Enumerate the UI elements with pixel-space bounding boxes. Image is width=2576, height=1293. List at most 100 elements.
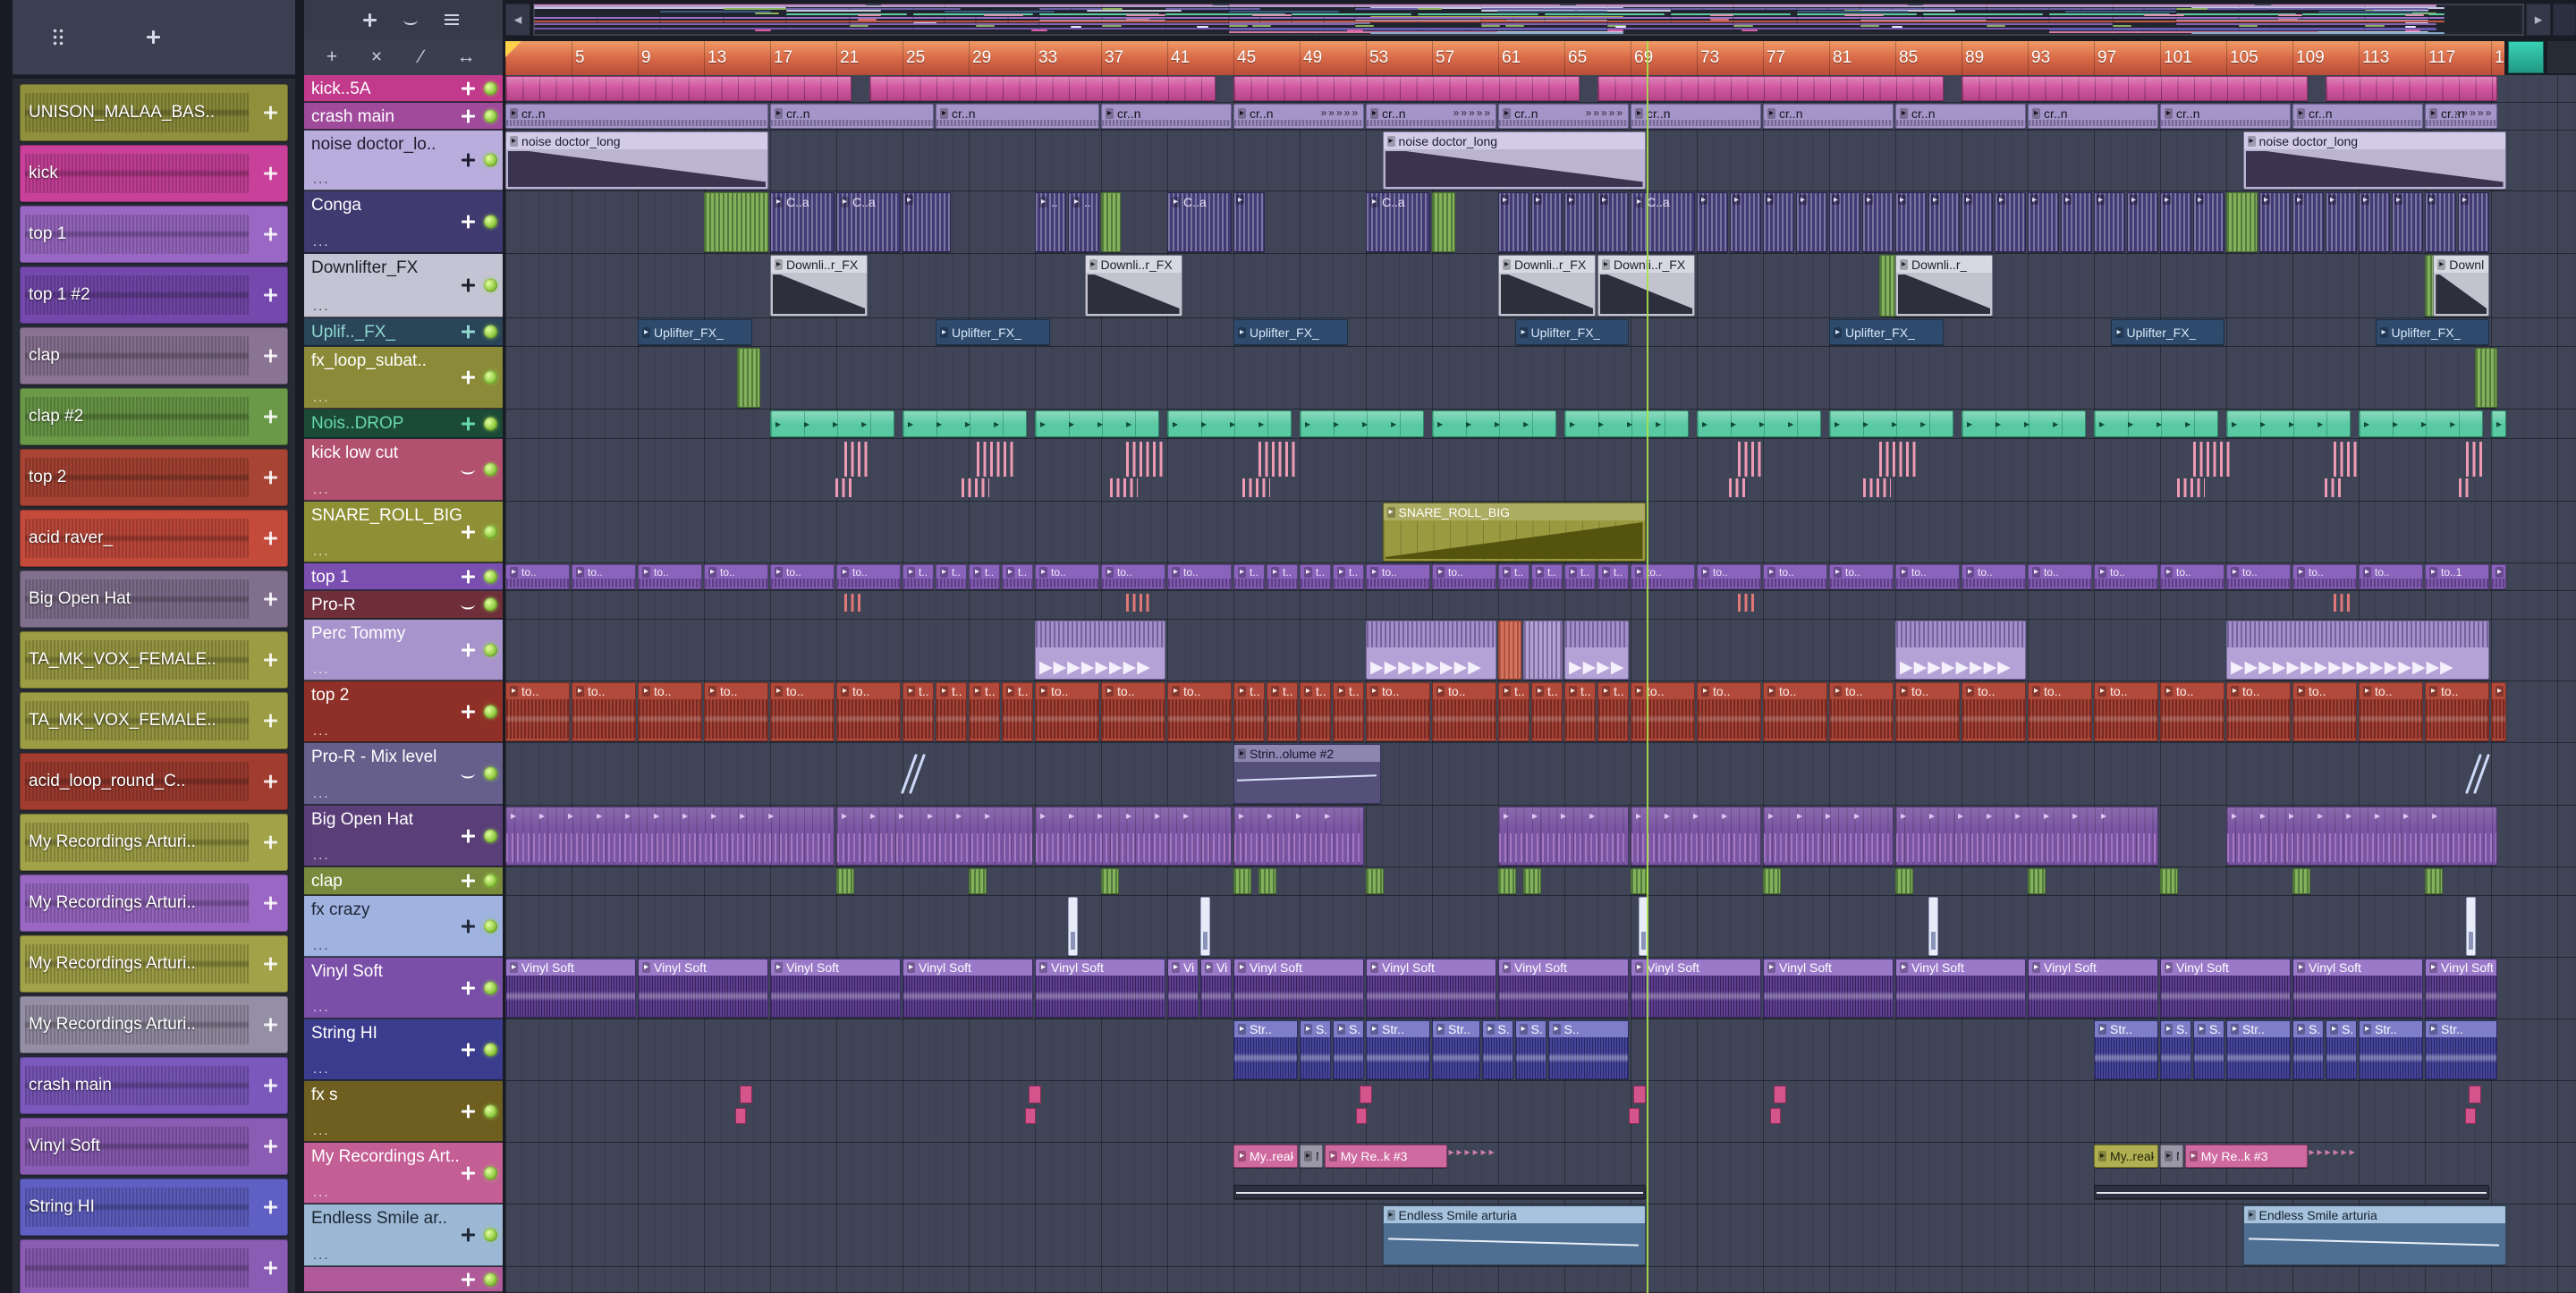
sample-item[interactable]: String HI	[20, 1179, 288, 1236]
clip[interactable]: ▸ Vinyl Soft	[2028, 959, 2158, 1018]
clip[interactable]: ▸▸▸▸	[1763, 807, 1894, 866]
clip[interactable]	[901, 744, 927, 804]
clip[interactable]: ▸Vin..	[1200, 959, 1232, 1018]
clip[interactable]: ▸ Uplifter_FX_	[2375, 319, 2489, 345]
clip[interactable]: ▸ cr..n	[1101, 104, 1232, 129]
clip[interactable]: ▸ Uplifter_FX_	[2110, 319, 2224, 345]
clip[interactable]: ▸ to..	[1366, 682, 1430, 741]
clip[interactable]: ▸ t..	[969, 682, 1000, 741]
clip[interactable]	[2326, 76, 2498, 101]
clip[interactable]	[2474, 348, 2498, 408]
clip[interactable]	[961, 440, 1017, 500]
clip[interactable]: ▸ t..	[936, 682, 967, 741]
clip[interactable]: ▸ cr..n»»»»»	[2425, 104, 2498, 129]
clip[interactable]: ▸▸▸▸▸▸	[2309, 1145, 2374, 1168]
clip[interactable]: ▸▸▸▸▸▸▸▸	[1895, 807, 2158, 866]
clip[interactable]: ▸Vi..	[1167, 959, 1199, 1018]
track-header[interactable]: Uplif.._FX_	[304, 318, 503, 346]
track-header[interactable]: crash main	[304, 103, 503, 130]
clip[interactable]: ▶▶▶▶	[1564, 621, 1629, 680]
clip[interactable]: ▸ cr..n	[2160, 104, 2291, 129]
clip[interactable]: ▸ to..	[1101, 682, 1165, 741]
clip[interactable]: ▸ t..	[1531, 682, 1563, 741]
clip[interactable]: ▸ t..	[1233, 682, 1265, 741]
clip[interactable]: ▸	[1895, 192, 1927, 252]
clip[interactable]	[835, 440, 868, 500]
clip[interactable]: ▸ to..	[1432, 564, 1496, 589]
clip[interactable]: ▸ t..	[1300, 564, 1331, 589]
clip[interactable]: ▸ to..	[2292, 682, 2357, 741]
clip[interactable]: ▸ t..	[1531, 564, 1563, 589]
clip[interactable]	[2464, 744, 2490, 804]
clip[interactable]: ▸	[1796, 192, 1827, 252]
track-header[interactable]: Downlifter_FX...	[304, 254, 503, 317]
clip[interactable]: ▸ Str..	[1432, 1020, 1480, 1079]
clip[interactable]: ▸	[2061, 192, 2092, 252]
track-mute-led[interactable]	[484, 981, 497, 994]
track-mute-led[interactable]	[484, 1043, 497, 1056]
clip[interactable]: ▸ to..	[1035, 682, 1099, 741]
clip[interactable]	[1200, 897, 1210, 956]
track-mute-led[interactable]	[484, 462, 497, 477]
clip[interactable]: ▸ to..	[572, 682, 636, 741]
clip[interactable]	[1895, 868, 1914, 894]
clip[interactable]: ▸	[2259, 192, 2291, 252]
clip[interactable]: ▸ to..	[1631, 682, 1695, 741]
clip[interactable]: ▸ My..reak	[1233, 1145, 1298, 1168]
clip[interactable]: ▸▸▸▸	[1697, 410, 1821, 437]
clip[interactable]: ▸▸▸▸▸▸	[1449, 1145, 1513, 1168]
clip[interactable]	[1498, 868, 1517, 894]
sample-item[interactable]: TA_MK_VOX_FEMALE..	[20, 631, 288, 689]
clip[interactable]	[2425, 868, 2444, 894]
clip[interactable]	[737, 348, 760, 408]
clip[interactable]: ▸	[1928, 192, 1960, 252]
clip[interactable]	[1110, 440, 1165, 500]
clip[interactable]: ▸ to..	[1697, 682, 1761, 741]
grip-icon[interactable]	[52, 27, 64, 47]
sample-item[interactable]: clap	[20, 327, 288, 385]
track-mute-led[interactable]	[484, 643, 497, 656]
clip[interactable]: ▸	[1862, 192, 1894, 252]
clip[interactable]	[2177, 440, 2233, 500]
sample-item[interactable]: acid_loop_round_C..	[20, 753, 288, 810]
track-header[interactable]: Pro-R - Mix level...	[304, 743, 503, 805]
clip[interactable]	[2324, 440, 2357, 500]
track-header[interactable]: noise doctor_lo.....	[304, 131, 503, 190]
track-mute-led[interactable]	[484, 153, 497, 167]
clip[interactable]: ▸ to..	[1895, 564, 1960, 589]
clip[interactable]: ▸▸▸▸	[1829, 410, 1953, 437]
clip[interactable]	[1769, 1082, 1786, 1141]
clip[interactable]: ▸▸▸▸	[902, 410, 1027, 437]
clip[interactable]	[1242, 440, 1298, 500]
clip[interactable]: ▸ to..	[2094, 682, 2158, 741]
sample-item[interactable]: My Recordings Arturi..	[20, 814, 288, 871]
clip[interactable]: ▸ cr..n	[1631, 104, 1761, 129]
clip[interactable]: ▶▶▶▶▶▶▶▶	[1366, 621, 1496, 680]
track-header[interactable]: clap	[304, 867, 503, 895]
track-mute-led[interactable]	[484, 278, 497, 292]
clip[interactable]: ▸ t..	[902, 564, 934, 589]
clip[interactable]: ▸ to..	[1697, 564, 1761, 589]
playlist-slide-icon[interactable]	[403, 15, 418, 25]
clip[interactable]: ▸	[2359, 192, 2390, 252]
clip[interactable]: ▸	[1763, 192, 1794, 252]
clip[interactable]: ▸ t..	[1002, 564, 1033, 589]
clip[interactable]: ▸	[1697, 192, 1728, 252]
clip[interactable]: ▸▸▸▸▸▸	[1035, 807, 1232, 866]
track-mute-led[interactable]	[484, 570, 497, 583]
clip[interactable]: ▸ t..	[1564, 564, 1596, 589]
track-header[interactable]: SNARE_ROLL_BIG...	[304, 502, 503, 562]
clip[interactable]: ▸ t..	[1498, 564, 1530, 589]
clip[interactable]: ▸ to..	[1962, 564, 2026, 589]
track-header[interactable]: top 1	[304, 563, 503, 590]
track-header[interactable]: Big Open Hat...	[304, 806, 503, 866]
clip[interactable]: ▸ C..a	[1167, 192, 1232, 252]
track-header[interactable]: Endless Smile ar.....	[304, 1204, 503, 1266]
clip[interactable]: ▸ cr..n	[936, 104, 1099, 129]
playlist-move-icon[interactable]	[363, 13, 377, 27]
clip[interactable]: ▸S..	[2193, 1020, 2224, 1079]
clip[interactable]: ▸ cr..n»»»»»	[1233, 104, 1364, 129]
clip[interactable]	[1862, 440, 1919, 500]
clip[interactable]: ▸ cr..n	[1763, 104, 1894, 129]
clip[interactable]	[2464, 1082, 2481, 1141]
